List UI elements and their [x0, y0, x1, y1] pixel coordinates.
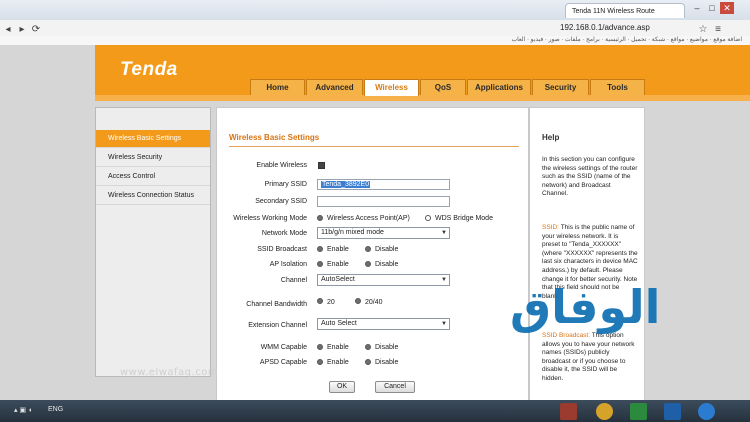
secondary-ssid-field[interactable] — [317, 196, 450, 207]
ap-isolation-enable-label: Enable — [327, 261, 349, 268]
channel-label: Channel — [280, 277, 307, 284]
tab-home[interactable]: Home — [250, 79, 305, 95]
ok-button[interactable]: OK — [329, 381, 355, 393]
extension-channel-value: Auto Select — [321, 320, 357, 327]
ap-isolation-disable-radio[interactable] — [365, 261, 371, 267]
tenda-logo: Tenda — [120, 59, 178, 80]
tab-applications[interactable]: Applications — [467, 79, 531, 95]
section-title: Wireless Basic Settings — [229, 133, 320, 142]
chrome-icon[interactable] — [596, 403, 613, 420]
sidebar-item-access-control[interactable]: Access Control — [96, 168, 210, 186]
acrobat-icon[interactable] — [560, 403, 577, 420]
ssid-broadcast-enable-radio[interactable] — [317, 246, 323, 252]
enable-wireless-label: Enable Wireless — [256, 162, 307, 169]
apsd-enable-label: Enable — [327, 359, 349, 366]
enable-wireless-checkbox[interactable] — [318, 162, 325, 169]
channel-select[interactable]: AutoSelect ▼ — [317, 274, 450, 286]
browser-titlebar: Tenda 11N Wireless Route – □ ✕ — [0, 0, 750, 21]
primary-ssid-value: Tenda_3892E0 — [321, 181, 371, 188]
working-mode-wds-label: WDS Bridge Mode — [435, 215, 493, 222]
tab-wireless[interactable]: Wireless — [364, 79, 419, 96]
bookmark-star-icon[interactable]: ☆ — [697, 24, 709, 36]
settings-panel: Wireless Basic Settings Enable Wireless … — [216, 107, 529, 407]
ssid-broadcast-disable-radio[interactable] — [365, 246, 371, 252]
header-strip — [95, 95, 750, 101]
bandwidth-20-radio[interactable] — [317, 298, 323, 304]
bandwidth-20-label: 20 — [327, 299, 335, 306]
help-panel: Help In this section you can configure t… — [529, 107, 645, 407]
sidebar: Wireless Basic Settings Wireless Securit… — [95, 107, 211, 377]
wmm-enable-label: Enable — [327, 344, 349, 351]
network-icon[interactable]: ▴ ▣ ◖ — [14, 406, 32, 414]
extension-channel-select[interactable]: Auto Select ▼ — [317, 318, 450, 330]
network-mode-select[interactable]: 11b/g/n mixed mode ▼ — [317, 227, 450, 239]
sidebar-item-wireless-basic-settings[interactable]: Wireless Basic Settings — [96, 130, 210, 148]
channel-bandwidth-label: Channel Bandwidth — [246, 301, 307, 308]
browser-tab[interactable]: Tenda 11N Wireless Route — [565, 3, 685, 18]
help-intro: In this section you can configure the wi… — [542, 156, 638, 198]
working-mode-ap-radio[interactable] — [317, 215, 323, 221]
watermark-url: www.elwafaq.com — [120, 367, 219, 378]
ap-isolation-disable-label: Disable — [375, 261, 399, 268]
tab-security[interactable]: Security — [532, 79, 589, 95]
working-mode-label: Wireless Working Mode — [233, 215, 307, 222]
watermark-logo: الوفاق — [510, 280, 661, 334]
apsd-label: APSD Capable — [259, 359, 307, 366]
wmm-disable-radio[interactable] — [365, 344, 371, 350]
back-icon[interactable]: ◂ — [2, 24, 14, 36]
ssid-broadcast-disable-label: Disable — [375, 246, 399, 253]
channel-value: AutoSelect — [321, 276, 355, 283]
close-icon[interactable]: ✕ — [720, 2, 734, 14]
forward-icon[interactable]: ▸ — [16, 24, 28, 36]
settings-icon[interactable]: ≡ — [712, 24, 724, 36]
wmm-disable-label: Disable — [375, 344, 399, 351]
bookmarks-text[interactable]: اضافة موقع · مواضيع · مواقع · شبكة · تحم… — [511, 36, 742, 45]
ap-isolation-enable-radio[interactable] — [317, 261, 323, 267]
address-bar-row: ◂ ▸ ⟳ 192.168.0.1/advance.asp ☆ ≡ — [0, 20, 750, 37]
ssid-broadcast-enable-label: Enable — [327, 246, 349, 253]
network-mode-label: Network Mode — [261, 230, 307, 237]
language-indicator[interactable]: ENG — [48, 406, 63, 413]
network-mode-value: 11b/g/n mixed mode — [321, 229, 384, 236]
chevron-down-icon: ▼ — [441, 321, 447, 327]
apsd-enable-radio[interactable] — [317, 359, 323, 365]
url-field[interactable]: 192.168.0.1/advance.asp — [560, 22, 695, 33]
bandwidth-2040-radio[interactable] — [355, 298, 361, 304]
chevron-down-icon: ▼ — [441, 230, 447, 236]
sidebar-item-wireless-connection-status[interactable]: Wireless Connection Status — [96, 187, 210, 205]
bandwidth-2040-label: 20/40 — [365, 299, 383, 306]
cancel-button[interactable]: Cancel — [375, 381, 415, 393]
working-mode-ap-label: Wireless Access Point(AP) — [327, 215, 410, 222]
primary-ssid-label: Primary SSID — [264, 181, 307, 188]
ssid-broadcast-label: SSID Broadcast — [257, 246, 307, 253]
apsd-disable-label: Disable — [375, 359, 399, 366]
wmm-enable-radio[interactable] — [317, 344, 323, 350]
maximize-icon[interactable]: □ — [705, 2, 719, 14]
excel-icon[interactable] — [630, 403, 647, 420]
minimize-icon[interactable]: – — [690, 2, 704, 14]
apsd-disable-radio[interactable] — [365, 359, 371, 365]
tab-advanced[interactable]: Advanced — [306, 79, 363, 95]
primary-ssid-field[interactable]: Tenda_3892E0 — [317, 179, 450, 190]
sidebar-item-wireless-security[interactable]: Wireless Security — [96, 149, 210, 167]
secondary-ssid-label: Secondary SSID — [255, 198, 307, 205]
chevron-down-icon: ▼ — [441, 277, 447, 283]
extension-channel-label: Extension Channel — [248, 322, 307, 329]
help-ssid-key: SSID: — [542, 224, 559, 231]
wmm-label: WMM Capable — [260, 344, 307, 351]
taskbar: ▴ ▣ ◖ ENG — [0, 400, 750, 422]
internet-explorer-icon[interactable] — [698, 403, 715, 420]
ap-isolation-label: AP Isolation — [269, 261, 307, 268]
tab-tools[interactable]: Tools — [590, 79, 645, 95]
help-title: Help — [542, 133, 560, 142]
help-broadcast-body: This option allows you to have your netw… — [542, 332, 635, 382]
windows-store-icon[interactable] — [664, 403, 681, 420]
section-divider — [229, 146, 519, 147]
working-mode-wds-radio[interactable] — [425, 215, 431, 221]
reload-icon[interactable]: ⟳ — [30, 24, 42, 36]
help-broadcast-text: SSID Broadcast: This option allows you t… — [542, 332, 638, 384]
tab-qos[interactable]: QoS — [420, 79, 466, 95]
